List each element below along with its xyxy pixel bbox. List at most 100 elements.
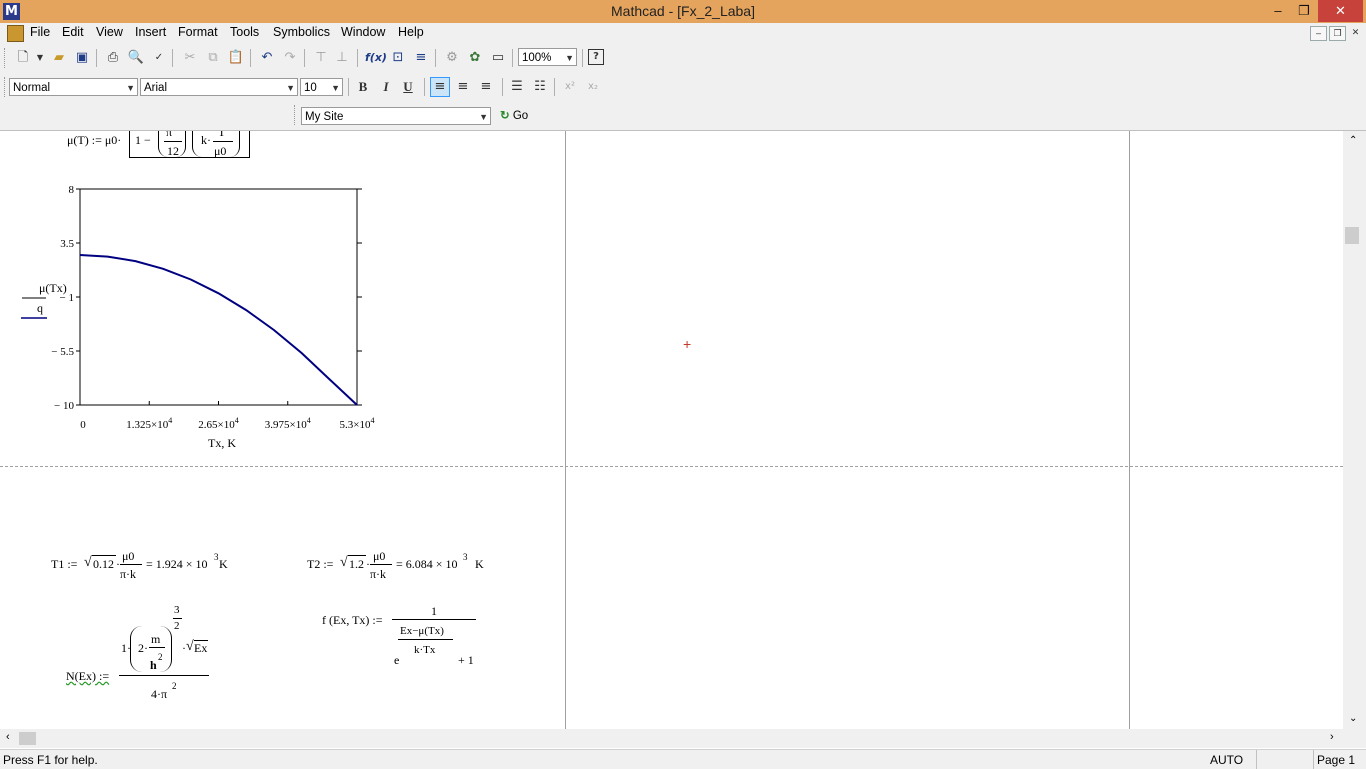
chevron-down-icon: ▼ xyxy=(331,83,340,93)
menu-tools[interactable]: Tools xyxy=(230,25,259,39)
horizontal-scroll-thumb[interactable] xyxy=(19,732,36,745)
toolbar-grip[interactable] xyxy=(294,105,298,125)
scroll-right-icon[interactable]: › xyxy=(1330,731,1334,743)
insert-unit-icon[interactable]: ⊡ xyxy=(389,49,407,67)
numbered-list-icon[interactable]: ☷ xyxy=(531,78,549,96)
subscript-icon[interactable]: x₂ xyxy=(584,78,602,96)
scroll-up-icon[interactable]: ⌃ xyxy=(1349,135,1357,146)
n-h-exp: 2 xyxy=(158,652,163,662)
insert-region-icon[interactable]: ▭ xyxy=(489,49,507,67)
spell-check-icon[interactable]: ✓ xyxy=(150,49,168,67)
mu-def-pi: π xyxy=(166,131,173,139)
size-select[interactable]: 10 ▼ xyxy=(300,78,343,96)
cut-icon[interactable]: ✂ xyxy=(181,49,199,67)
align-top-icon[interactable]: ⊤ xyxy=(312,49,330,67)
help-icon[interactable]: ? xyxy=(588,49,604,65)
t2-num: μ0 xyxy=(373,549,386,563)
doc-close-icon[interactable]: ✕ xyxy=(1348,26,1363,39)
x-tick-exponent: 4 xyxy=(168,416,172,425)
restore-button[interactable]: ❐ xyxy=(1290,0,1318,22)
print-preview-icon[interactable]: 🔍 xyxy=(127,49,145,67)
t2-coef: 1.2 xyxy=(349,557,364,571)
save-icon[interactable]: ▣ xyxy=(73,49,91,67)
menu-view[interactable]: View xyxy=(96,25,123,39)
font-select[interactable]: Arial ▼ xyxy=(140,78,298,96)
align-center-icon[interactable]: ≡ xyxy=(454,78,472,96)
mu-chart[interactable]: 83.5− 1− 5.5− 100 1.325×104 2.65×104 3.975×… xyxy=(18,181,388,453)
redo-icon[interactable]: ↷ xyxy=(281,49,299,67)
xlabel: Tx, K xyxy=(208,436,236,450)
vertical-scroll-thumb[interactable] xyxy=(1345,227,1359,244)
t1-coef: 0.12 xyxy=(93,557,114,571)
bullet-list-icon[interactable]: ☰ xyxy=(508,78,526,96)
t1-num: μ0 xyxy=(122,549,135,563)
vertical-scrollbar[interactable]: ⌃ ⌄ xyxy=(1343,131,1366,729)
minimize-button[interactable]: – xyxy=(1264,0,1292,22)
status-help: Press F1 for help. xyxy=(3,753,98,767)
insert-equals-icon[interactable]: ≡ xyxy=(412,49,430,67)
paste-icon[interactable]: 📋 xyxy=(227,49,245,67)
document-icon[interactable] xyxy=(7,25,24,42)
font-value: Arial xyxy=(144,82,168,94)
f-e: e xyxy=(394,653,400,667)
n-den-exp: 2 xyxy=(172,681,177,691)
go-button[interactable]: ↻ Go xyxy=(500,107,528,125)
print-icon[interactable]: ⎙ xyxy=(104,49,122,67)
mu-def-mu0: μ0 xyxy=(214,144,227,158)
sqrt-icon: √ xyxy=(340,555,348,570)
mu-def-lhs: μ(T) := μ0· xyxy=(67,133,122,147)
insert-function-icon[interactable]: f(x) xyxy=(365,49,387,67)
toolbar-grip[interactable] xyxy=(4,77,8,97)
x-tick-label: 5.3×104 xyxy=(340,416,375,431)
size-value: 10 xyxy=(304,82,317,94)
doc-restore-icon[interactable]: ❐ xyxy=(1329,26,1346,41)
worksheet[interactable]: μ(T) := μ0· 1 − π 12 k· T μ0 8 3.5− 1− 5.… xyxy=(0,131,1343,729)
style-select[interactable]: Normal ▼ xyxy=(9,78,138,96)
mu-definition[interactable]: μ(T) := μ0· xyxy=(67,133,121,148)
menu-window[interactable]: Window xyxy=(341,25,385,39)
chevron-down-icon: ▼ xyxy=(126,83,135,93)
align-right-icon[interactable]: ≡ xyxy=(477,78,495,96)
menu-format[interactable]: Format xyxy=(178,25,218,39)
zoom-select[interactable]: 100% ▼ xyxy=(518,48,577,66)
underline-button[interactable]: U xyxy=(399,78,417,96)
copy-icon[interactable]: ⧉ xyxy=(204,49,222,67)
menu-file[interactable]: File xyxy=(30,25,50,39)
superscript-icon[interactable]: x² xyxy=(561,78,579,96)
menu-help[interactable]: Help xyxy=(398,25,424,39)
y-tick-label: 8 xyxy=(69,184,75,196)
plot-frame xyxy=(79,188,358,406)
menu-edit[interactable]: Edit xyxy=(62,25,84,39)
italic-button[interactable]: I xyxy=(377,78,395,96)
new-dropdown-icon[interactable]: ▼ xyxy=(31,49,49,67)
scroll-left-icon[interactable]: ‹ xyxy=(6,731,10,743)
mu-def-fraction-bar xyxy=(213,141,233,142)
f-lhs[interactable]: f (Ex, Tx) := xyxy=(322,613,383,628)
toolbar-grip[interactable] xyxy=(4,48,8,68)
align-down-icon[interactable]: ⊥ xyxy=(333,49,351,67)
mu-def-t: T xyxy=(218,131,226,139)
scroll-down-icon[interactable]: ⌄ xyxy=(1349,713,1357,724)
open-folder-icon[interactable]: ▰ xyxy=(50,49,68,67)
menu-insert[interactable]: Insert xyxy=(135,25,166,39)
close-button[interactable]: ✕ xyxy=(1318,0,1363,22)
insert-component-icon[interactable]: ⚙ xyxy=(443,49,461,67)
site-select[interactable]: My Site ▼ xyxy=(301,107,491,125)
doc-minimize-icon[interactable]: – xyxy=(1310,26,1327,41)
mu-def-k: k· xyxy=(201,133,211,147)
n-sqrt-arg: Ex xyxy=(194,641,208,655)
new-document-icon[interactable]: 🗋 xyxy=(14,49,32,67)
n-lhs[interactable]: N(Ex) := xyxy=(66,669,109,684)
y-tick-label: 3.5 xyxy=(60,238,74,250)
site-value: My Site xyxy=(305,111,344,123)
menu-symbolics[interactable]: Symbolics xyxy=(273,25,330,39)
y-tick-label: − 5.5 xyxy=(51,346,74,358)
undo-icon[interactable]: ↶ xyxy=(258,49,276,67)
t1-lhs[interactable]: T1 := xyxy=(51,557,77,572)
page-break xyxy=(0,466,1343,467)
bold-button[interactable]: B xyxy=(354,78,372,96)
align-left-icon[interactable]: ≡ xyxy=(430,77,450,97)
resource-center-icon[interactable]: ✿ xyxy=(466,49,484,67)
horizontal-scrollbar[interactable]: ‹ › xyxy=(0,729,1366,748)
t2-lhs[interactable]: T2 := xyxy=(307,557,333,572)
